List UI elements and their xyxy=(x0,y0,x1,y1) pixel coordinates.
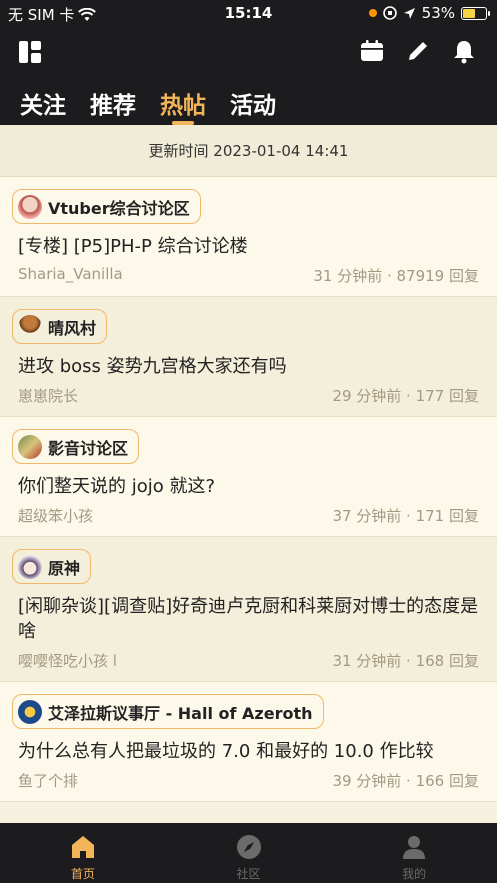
forum-tag[interactable]: 影音讨论区 xyxy=(12,429,140,464)
nav-label: 首页 xyxy=(70,867,95,881)
compass-icon xyxy=(236,835,261,859)
nav-label: 我的 xyxy=(402,867,427,881)
post-author[interactable]: 超级笨小孩 xyxy=(18,505,93,526)
forum-avatar-icon xyxy=(18,194,42,219)
post-title[interactable]: [专楼] [P5]PH-P 综合讨论楼 xyxy=(18,234,479,259)
post-item[interactable]: 晴风村 进攻 boss 姿势九宫格大家还有吗 崽崽院长 29 分钟前 · 177… xyxy=(0,297,497,417)
forum-name: 原神 xyxy=(48,558,81,578)
top-bar xyxy=(0,26,497,76)
updated-time: 更新时间 2023-01-04 14:41 xyxy=(0,125,497,177)
battery-icon xyxy=(461,6,490,20)
forum-tag[interactable]: 晴风村 xyxy=(12,309,108,344)
battery-percent: 53% xyxy=(421,4,455,22)
post-meta: 31 分钟前 · 87919 回复 xyxy=(313,267,479,285)
post-list[interactable]: 更新时间 2023-01-04 14:41 Vtuber综合讨论区 [专楼] [… xyxy=(0,125,497,823)
forum-name: Vtuber综合讨论区 xyxy=(48,198,190,218)
post-meta: 29 分钟前 · 177 回复 xyxy=(332,387,479,405)
post-title[interactable]: 你们整天说的 jojo 就这? xyxy=(18,474,479,499)
forum-name: 艾泽拉斯议事厅 - Hall of Azeroth xyxy=(48,703,313,723)
home-icon xyxy=(71,836,94,858)
post-meta: 39 分钟前 · 166 回复 xyxy=(332,772,479,790)
nav-label: 社区 xyxy=(236,867,261,881)
forum-avatar-icon xyxy=(18,314,42,339)
calendar-icon[interactable] xyxy=(359,38,385,64)
post-title[interactable]: 进攻 boss 姿势九宫格大家还有吗 xyxy=(18,354,479,379)
tab-hot[interactable]: 热帖 xyxy=(160,76,206,125)
nav-home[interactable]: 首页 xyxy=(0,823,166,883)
edit-icon[interactable] xyxy=(405,38,431,64)
post-item[interactable]: 艾泽拉斯议事厅 - Hall of Azeroth 为什么总有人把最垃圾的 7.… xyxy=(0,682,497,802)
orientation-lock-icon xyxy=(382,6,397,20)
post-author[interactable]: 崽崽院长 xyxy=(18,385,78,406)
post-author[interactable]: Sharia_Vanilla xyxy=(18,265,123,286)
bell-icon[interactable] xyxy=(451,38,477,64)
forum-tag[interactable]: 原神 xyxy=(12,549,92,584)
forum-avatar-icon xyxy=(18,699,42,724)
post-item[interactable]: Vtuber综合讨论区 [专楼] [P5]PH-P 综合讨论楼 Sharia_V… xyxy=(0,177,497,297)
bottom-nav: 首页 社区 我的 xyxy=(0,823,497,883)
user-icon xyxy=(403,836,426,859)
post-author[interactable]: 嘤嘤怪吃小孩 l xyxy=(18,650,117,671)
tab-follow[interactable]: 关注 xyxy=(20,76,66,125)
nav-profile[interactable]: 我的 xyxy=(331,823,497,883)
post-title[interactable]: [闲聊杂谈][调查贴]好奇迪卢克厨和科莱厨对博士的态度是啥 xyxy=(18,594,479,644)
mic-indicator-icon xyxy=(368,9,377,17)
tab-events[interactable]: 活动 xyxy=(230,76,276,125)
post-title[interactable]: 为什么总有人把最垃圾的 7.0 和最好的 10.0 作比较 xyxy=(18,739,479,764)
post-meta: 37 分钟前 · 171 回复 xyxy=(332,507,479,525)
post-item[interactable]: 原神 [闲聊杂谈][调查贴]好奇迪卢克厨和科莱厨对博士的态度是啥 嘤嘤怪吃小孩 … xyxy=(0,537,497,682)
forum-name: 影音讨论区 xyxy=(48,438,129,458)
forum-name: 晴风村 xyxy=(48,318,97,338)
sidebar-menu-icon[interactable] xyxy=(18,40,42,64)
post-item[interactable]: 影音讨论区 你们整天说的 jojo 就这? 超级笨小孩 37 分钟前 · 171… xyxy=(0,417,497,537)
post-author[interactable]: 鱼了个排 xyxy=(18,770,78,791)
forum-avatar-icon xyxy=(18,434,42,459)
nav-community[interactable]: 社区 xyxy=(166,823,332,883)
forum-tag[interactable]: 艾泽拉斯议事厅 - Hall of Azeroth xyxy=(12,694,324,729)
forum-avatar-icon xyxy=(18,554,42,579)
tab-bar: 关注 推荐 热帖 活动 xyxy=(0,76,497,125)
status-bar: 无 SIM 卡 15:14 53% xyxy=(0,0,497,26)
forum-tag[interactable]: Vtuber综合讨论区 xyxy=(12,189,201,224)
post-meta: 31 分钟前 · 168 回复 xyxy=(332,652,479,670)
location-icon xyxy=(403,7,415,19)
tab-recommend[interactable]: 推荐 xyxy=(90,76,136,125)
